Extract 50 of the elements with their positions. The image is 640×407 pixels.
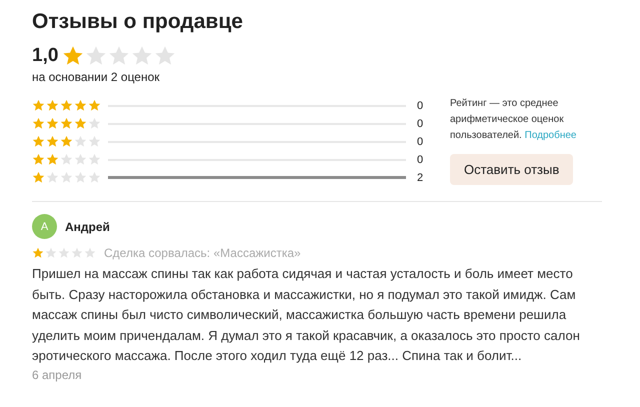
star-icon: [46, 171, 59, 184]
star-icon: [46, 99, 59, 112]
star-icon: [74, 153, 87, 166]
star-icon: [131, 45, 154, 67]
star-icon: [62, 45, 84, 67]
rating-count: 0: [417, 136, 424, 148]
rating-count: 2: [417, 172, 424, 184]
star-icon: [60, 135, 73, 148]
star-icon: [60, 117, 73, 130]
star-icon: [60, 153, 73, 166]
leave-review-button[interactable]: Оставить отзыв: [450, 154, 574, 185]
rating-value: 1,0: [32, 45, 58, 67]
star-icon: [88, 99, 101, 112]
star-icon: [60, 99, 73, 112]
star-icon: [71, 247, 83, 259]
star-icon: [74, 135, 87, 148]
rating-count: 0: [417, 118, 424, 130]
star-icon: [85, 45, 108, 67]
star-icon: [88, 153, 101, 166]
rating-basis: на основании 2 оценок: [32, 70, 161, 84]
star-icon: [88, 135, 101, 148]
review-text: Пришел на массаж спины так как работа сидячая и частая усталость и боль имеет место быть. Сразу насторожила обстановка и массажистки, но я подумал это такой имидж. Сам массаж спины был чисто символический, массажистка большую часть времени решила уделить моим причендалам. Я думал это я такой красавчик, а оказалось это просто салон эротического массажа. После этого ходил туда ещё 12 раз... Спина так и болит...: [32, 265, 581, 365]
star-icon: [32, 153, 45, 166]
star-icon: [46, 153, 59, 166]
star-icon: [74, 117, 87, 130]
star-icon: [74, 99, 87, 112]
star-icon: [46, 135, 59, 148]
star-icon: [32, 247, 44, 259]
star-icon: [32, 99, 45, 112]
rating-count: 0: [417, 154, 424, 166]
star-icon: [45, 247, 57, 259]
star-icon: [32, 117, 45, 130]
star-icon: [58, 247, 70, 259]
star-icon: [32, 135, 45, 148]
star-icon: [88, 171, 101, 184]
star-icon: [88, 117, 101, 130]
rating-count: 0: [417, 100, 424, 112]
star-icon: [154, 45, 176, 67]
star-icon: [60, 171, 73, 184]
avatar: А: [32, 214, 57, 239]
page-title: Отзывы о продавце: [32, 9, 244, 35]
star-icon: [46, 117, 59, 130]
author-name: Андрей: [65, 220, 110, 234]
review-date: 6 апреля: [32, 368, 83, 382]
star-icon: [32, 171, 45, 184]
star-icon: [84, 247, 96, 259]
deal-status: Сделка сорвалась: «Массажистка»: [104, 246, 301, 260]
star-icon: [74, 171, 87, 184]
star-icon: [108, 45, 130, 67]
rating-info: Рейтинг — это среднее арифметическое оценок пользователей. Подробнее: [450, 97, 578, 143]
